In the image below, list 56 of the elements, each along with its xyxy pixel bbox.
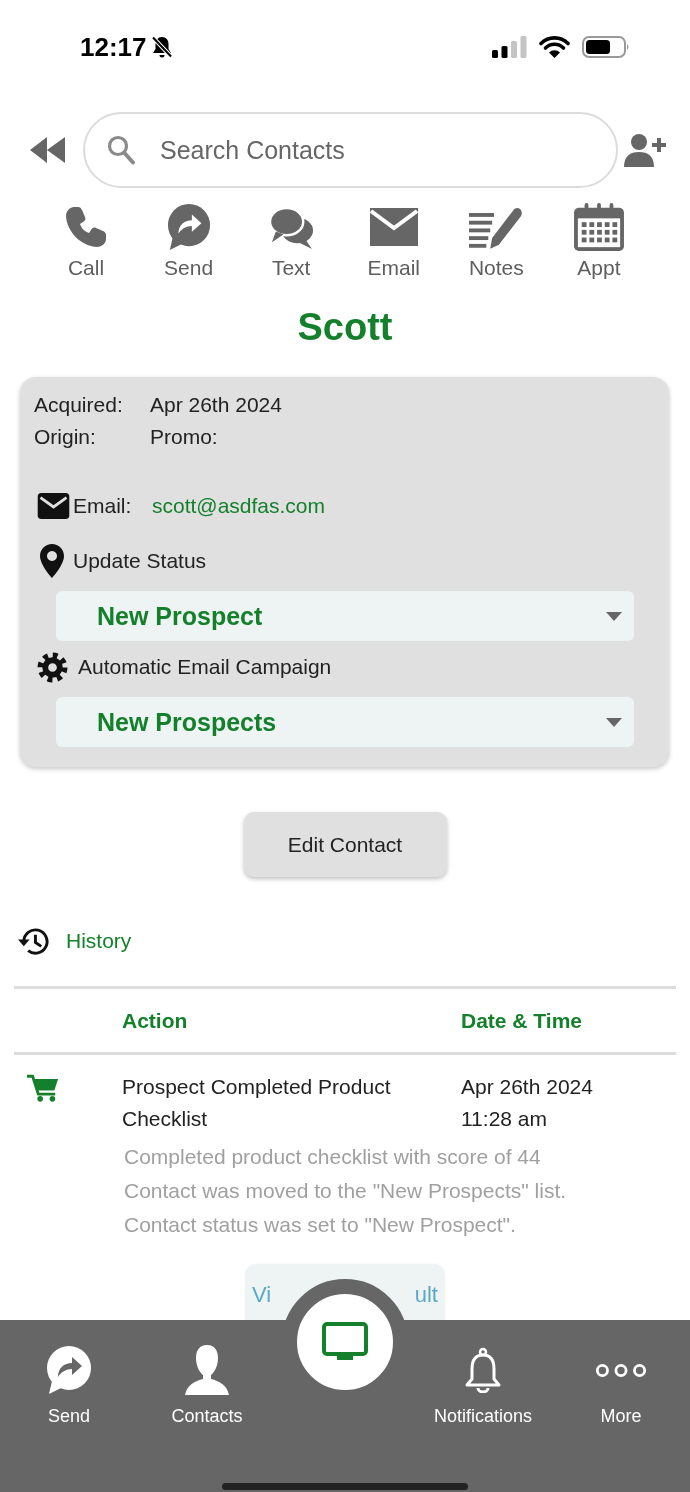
status-dropdown[interactable]: New Prospect (56, 591, 634, 641)
settings-icon (37, 651, 68, 683)
monitor-icon (322, 1322, 368, 1362)
text-button[interactable]: Text (241, 202, 342, 281)
back-icon[interactable] (30, 137, 66, 163)
send-nav-button[interactable]: Send (41, 1320, 97, 1428)
notifications-nav-button[interactable]: Notifications (429, 1320, 536, 1428)
signal-icon (492, 36, 527, 58)
appointment-button[interactable]: Appt (548, 202, 649, 281)
send-button[interactable]: Send (138, 202, 239, 281)
action-text: Prospect Completed Product Checklist (122, 1074, 392, 1132)
status-label: Update Status (73, 549, 207, 573)
location-pin-icon (40, 544, 64, 578)
history-icon (17, 925, 50, 957)
history-title: History (66, 929, 132, 953)
contact-name: Scott (297, 305, 393, 350)
phone-icon (64, 205, 108, 249)
field-value: Promo: (150, 424, 218, 450)
email-label: Email: (73, 494, 133, 518)
share-icon (45, 1345, 93, 1395)
envelope-icon (37, 493, 70, 519)
person-icon (185, 1345, 229, 1395)
muted-bell-icon (149, 35, 174, 59)
history-note: Completed product checklist with score of 44 (124, 1145, 541, 1168)
field-label: Acquired: (34, 392, 124, 418)
field-label: Origin: (34, 424, 97, 450)
status-time: 12:17 (80, 32, 147, 62)
more-nav-button[interactable]: More (591, 1320, 651, 1428)
search-icon (107, 135, 135, 165)
history-note: Contact status was set to "New Prospect". (124, 1213, 516, 1236)
call-button[interactable]: Call (36, 202, 136, 281)
field-value: Apr 26th 2024 (150, 392, 282, 418)
battery-icon (582, 36, 630, 58)
wifi-icon (539, 36, 570, 58)
bell-icon (463, 1347, 503, 1393)
caret-icon (606, 717, 622, 727)
campaign-label: Automatic Email Campaign (78, 655, 332, 679)
time-text: 11:28 am (461, 1106, 547, 1132)
contacts-nav-button[interactable]: Contacts (167, 1320, 247, 1428)
add-contact-icon[interactable] (624, 133, 666, 167)
column-header: Action (122, 1008, 188, 1032)
email-link[interactable]: scott@asdfas.com (152, 494, 326, 518)
column-header: Date & Time (461, 1008, 582, 1032)
share-icon (165, 203, 212, 251)
date-text: Apr 26th 2024 (461, 1074, 593, 1100)
search-field[interactable]: Search Contacts (83, 112, 618, 188)
caret-icon (606, 611, 622, 621)
email-button[interactable]: Email (343, 202, 444, 281)
more-icon (595, 1362, 647, 1378)
calendar-icon (572, 203, 625, 251)
cart-icon (27, 1074, 59, 1103)
campaign-dropdown[interactable]: New Prospects (56, 697, 634, 747)
notes-button[interactable]: Notes (446, 202, 547, 281)
edit-contact-button[interactable]: Edit Contact (243, 812, 447, 877)
history-note: Contact was moved to the "New Prospects" list. (124, 1179, 567, 1202)
envelope-icon (369, 208, 418, 246)
